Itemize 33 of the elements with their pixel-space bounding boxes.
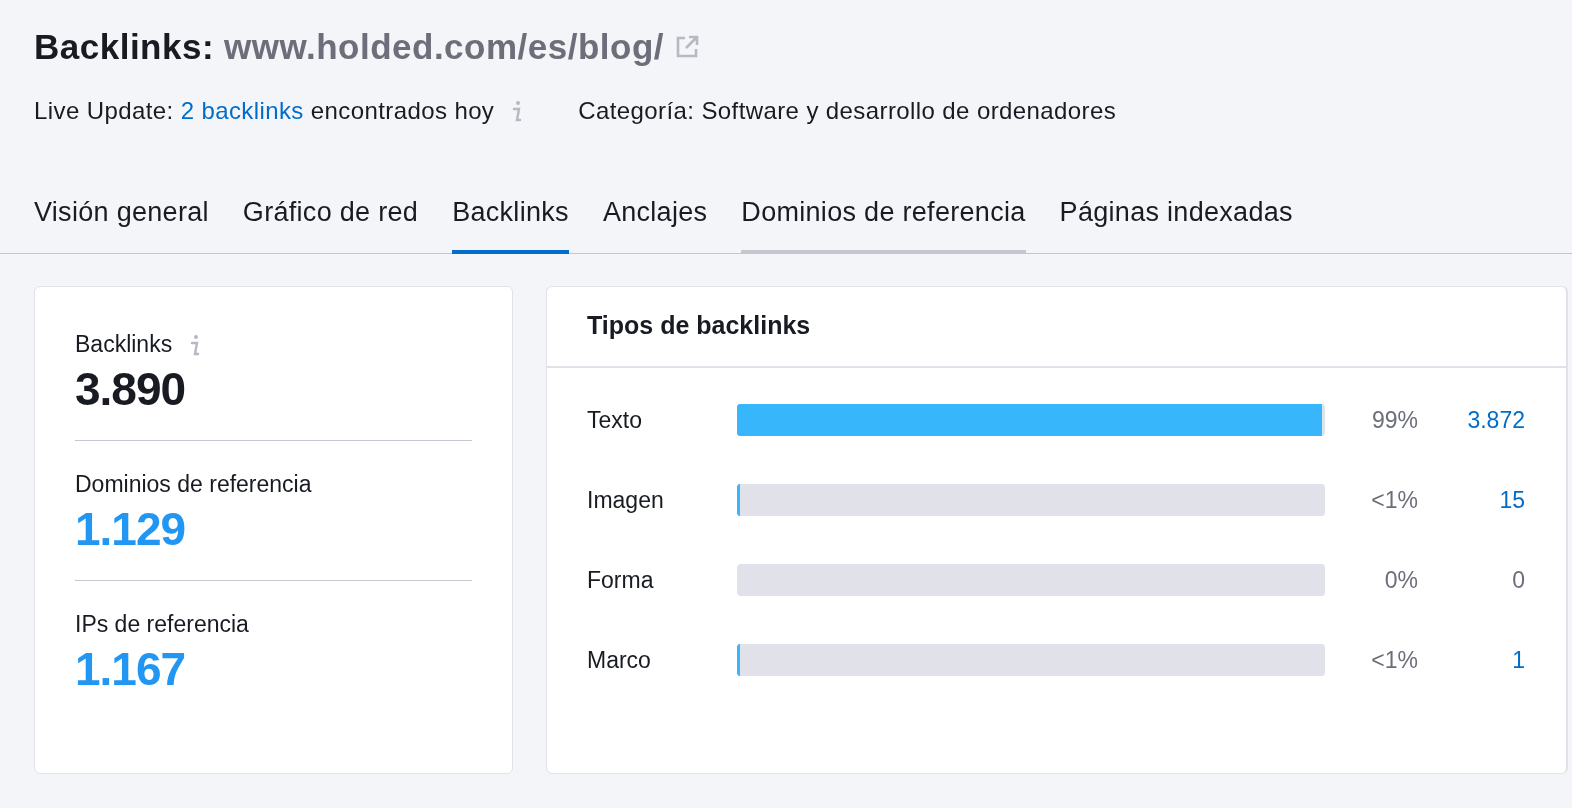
live-update-text: Live Update: 2 backlinks encontrados hoy <box>34 97 495 125</box>
metric-value[interactable]: 1.167 <box>75 642 472 696</box>
tab[interactable]: Anclajes <box>602 197 708 254</box>
percent-text: <1% <box>1370 486 1418 514</box>
metric-value[interactable]: 1.129 <box>75 502 472 556</box>
tab[interactable]: Páginas indexadas <box>1059 197 1293 254</box>
category-text: Categoría: Software y desarrollo de ordenadores <box>578 97 1117 125</box>
percent-text: 0% <box>1383 566 1418 594</box>
type-label: Marco <box>587 646 652 674</box>
count-link[interactable]: 1 <box>1418 646 1525 674</box>
info-icon[interactable] <box>190 333 201 356</box>
count-text: 0 <box>1511 566 1525 594</box>
percent-text: <1% <box>1370 646 1418 674</box>
percent-text: 99% <box>1370 406 1418 434</box>
backlinks-link[interactable]: 2 backlinks <box>180 97 304 124</box>
tab[interactable]: Visión general <box>34 197 209 254</box>
tab[interactable]: Gráfico de red <box>242 197 419 254</box>
metric-label: Backlinks <box>75 331 173 358</box>
tab[interactable]: Backlinks <box>452 197 569 254</box>
type-label: Forma <box>587 566 655 594</box>
metric-label: IPs de referencia <box>75 611 249 638</box>
metric-label: Dominios de referencia <box>75 471 312 498</box>
metric-value: 3.890 <box>75 362 187 416</box>
type-label: Texto <box>587 406 643 434</box>
external-link-icon[interactable] <box>674 34 701 60</box>
card-title: Tipos de backlinks <box>547 287 1566 368</box>
domain-link[interactable]: www.holded.com/es/blog/ <box>224 27 665 67</box>
info-icon[interactable] <box>512 100 523 122</box>
count-link[interactable]: 15 <box>1418 486 1525 514</box>
type-label: Imagen <box>587 486 665 514</box>
count-link[interactable]: 3.872 <box>1418 406 1525 434</box>
tab[interactable]: Dominios de referencia <box>741 197 1026 254</box>
page-title: Backlinks: <box>34 27 215 67</box>
